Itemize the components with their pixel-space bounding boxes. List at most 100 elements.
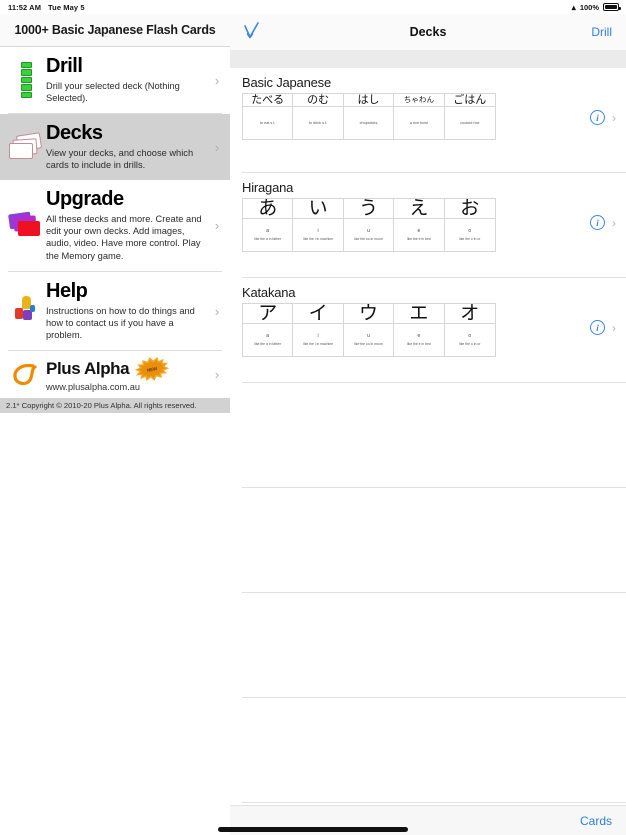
empty-list-row <box>230 383 626 487</box>
info-circle-icon[interactable]: i <box>590 110 605 125</box>
card-back-cell: e like the e in bed <box>394 323 445 356</box>
cards-button[interactable]: Cards <box>580 814 612 828</box>
card-back-text: cooked rice <box>460 120 480 125</box>
deck-name: Hiragana <box>242 180 294 195</box>
chevron-right-icon[interactable]: › <box>612 112 616 124</box>
empty-list-row <box>230 593 626 697</box>
sidebar-item-upgrade-title: Upgrade <box>46 188 124 211</box>
info-circle-icon[interactable]: i <box>590 215 605 230</box>
chevron-right-icon: › <box>214 72 220 88</box>
card-back-cell: a like the a in father <box>243 323 294 356</box>
deck-row-actions: i › <box>590 110 616 125</box>
card-back-text: like the e in bed <box>407 237 431 242</box>
sidebar-item-drill-subtitle: Drill your selected deck (Nothing Select… <box>46 80 180 103</box>
deck-row[interactable]: Katakana ア イ ウ エ オ a like the a in father i like … <box>230 278 626 382</box>
back-button[interactable] <box>230 21 290 43</box>
battery-icon <box>603 3 621 11</box>
sidebar-item-drill-text: Drill Drill your selected deck (Nothing … <box>46 55 210 104</box>
card-back-cell: i like the i in machine <box>293 218 344 251</box>
sidebar-item-decks-text: Decks View your decks, and choose which … <box>46 123 210 171</box>
sidebar-item-help-title: Help <box>46 279 88 302</box>
card-back-romaji: u <box>367 228 370 235</box>
card-front-text: あ <box>258 199 278 218</box>
app-root: 11:52 AM Tue May 5 1000+ Basic Japanese … <box>0 0 626 835</box>
card-back-romaji: i <box>317 228 319 235</box>
card-back-cell: a like the a in father <box>243 218 294 251</box>
card-back-text: like the o in or <box>459 237 481 242</box>
status-bar-time: 11:52 AM <box>8 2 42 12</box>
detail-pane: ▴ 100% Decks Drill Basic Japanese たべる のむ はし… <box>230 0 626 835</box>
card-back-romaji: u <box>367 333 370 340</box>
chevron-right-icon: › <box>214 218 220 234</box>
card-back-text: like the o in or <box>459 342 481 347</box>
card-front-cell: エ <box>394 304 445 323</box>
card-back-romaji: o <box>468 228 472 235</box>
card-back-cell: chopsticks <box>343 106 395 140</box>
deck-card-preview-grid: ア イ ウ エ オ a like the a in father i like the i in… <box>242 303 496 357</box>
deck-row-actions: i › <box>590 320 616 335</box>
card-front-text: ちゃわん <box>403 94 435 104</box>
home-indicator <box>218 827 408 832</box>
deck-row[interactable]: Basic Japanese たべる のむ はし ちゃわん ごはん to eat s.t. t… <box>230 68 626 172</box>
deck-name: Katakana <box>242 285 296 300</box>
deck-card-preview-grid: あ い う え お a like the a in father i like the i in… <box>242 198 496 252</box>
card-front-cell: ちゃわん <box>394 94 445 107</box>
sidebar-item-decks-title: Decks <box>46 122 103 145</box>
info-circle-icon[interactable]: i <box>590 320 605 335</box>
chevron-right-icon: › <box>214 303 220 319</box>
card-back-romaji: a <box>266 228 270 235</box>
card-front-text: う <box>358 199 378 218</box>
navbar-spacer <box>230 50 626 68</box>
card-front-text: たべる <box>251 94 285 106</box>
card-front-text: エ <box>409 304 429 323</box>
card-back-cell: o like the o in or <box>444 218 495 251</box>
sidebar-item-upgrade[interactable]: Upgrade All these decks and more. Create… <box>0 180 230 271</box>
card-front-cell: オ <box>445 304 495 323</box>
card-front-text: え <box>409 199 429 218</box>
card-back-text: like the a in father <box>254 237 282 242</box>
card-front-text: い <box>308 199 328 218</box>
card-front-cell: ごはん <box>445 94 495 106</box>
upgrade-cards-icon <box>6 207 46 245</box>
card-front-text: ウ <box>358 304 378 323</box>
deck-list[interactable]: Basic Japanese たべる のむ はし ちゃわん ごはん to eat s.t. t… <box>230 68 626 805</box>
card-front-cell: ウ <box>344 304 395 323</box>
sidebar-item-help[interactable]: Help Instructions on how to do things an… <box>0 271 230 351</box>
deck-row-actions: i › <box>590 215 616 230</box>
sidebar-item-plus-alpha[interactable]: Plus Alpha NEW www.plusalpha.com.au › <box>0 351 230 399</box>
card-front-text: ごはん <box>453 94 487 106</box>
checkmark-down-arrow-icon <box>244 22 259 39</box>
sidebar-item-drill[interactable]: Drill Drill your selected deck (Nothing … <box>0 47 230 114</box>
card-back-romaji: o <box>468 333 472 340</box>
sidebar-item-help-text: Help Instructions on how to do things an… <box>46 279 210 341</box>
sidebar: 11:52 AM Tue May 5 1000+ Basic Japanese … <box>0 0 230 835</box>
chevron-right-icon[interactable]: › <box>612 322 616 334</box>
card-back-text: like the i in machine <box>303 342 333 347</box>
card-front-cell: あ <box>243 199 294 218</box>
status-bar-date: Tue May 5 <box>48 2 85 12</box>
sidebar-item-upgrade-text: Upgrade All these decks and more. Create… <box>46 189 210 262</box>
sidebar-item-decks[interactable]: Decks View your decks, and choose which … <box>0 114 230 181</box>
deck-row[interactable]: Hiragana あ い う え お a like the a in father i like … <box>230 173 626 277</box>
card-front-cell: たべる <box>243 94 294 107</box>
card-front-text: ア <box>258 304 278 323</box>
card-back-cell: u like the oo in moon <box>343 323 395 356</box>
empty-list-row <box>230 488 626 592</box>
chevron-right-icon[interactable]: › <box>612 217 616 229</box>
card-back-cell: cooked rice <box>444 106 495 139</box>
card-front-cell: ア <box>243 304 294 323</box>
card-back-text: like the oo in moon <box>354 342 383 347</box>
navigation-bar: Decks Drill <box>230 14 626 50</box>
new-burst-badge: NEW <box>135 357 169 381</box>
card-back-romaji: e <box>417 333 421 340</box>
card-back-romaji: i <box>317 333 319 340</box>
chevron-right-icon: › <box>214 139 220 155</box>
status-bar-right: ▴ 100% <box>230 0 626 14</box>
drill-button[interactable]: Drill <box>591 25 626 39</box>
chevron-right-icon: › <box>214 367 220 383</box>
card-back-text: to eat s.t. <box>259 120 276 125</box>
card-front-text: はし <box>357 94 380 106</box>
card-back-cell: u like the oo in moon <box>343 218 395 251</box>
card-back-text: like the e in bed <box>407 342 431 347</box>
card-front-text: オ <box>460 304 480 323</box>
